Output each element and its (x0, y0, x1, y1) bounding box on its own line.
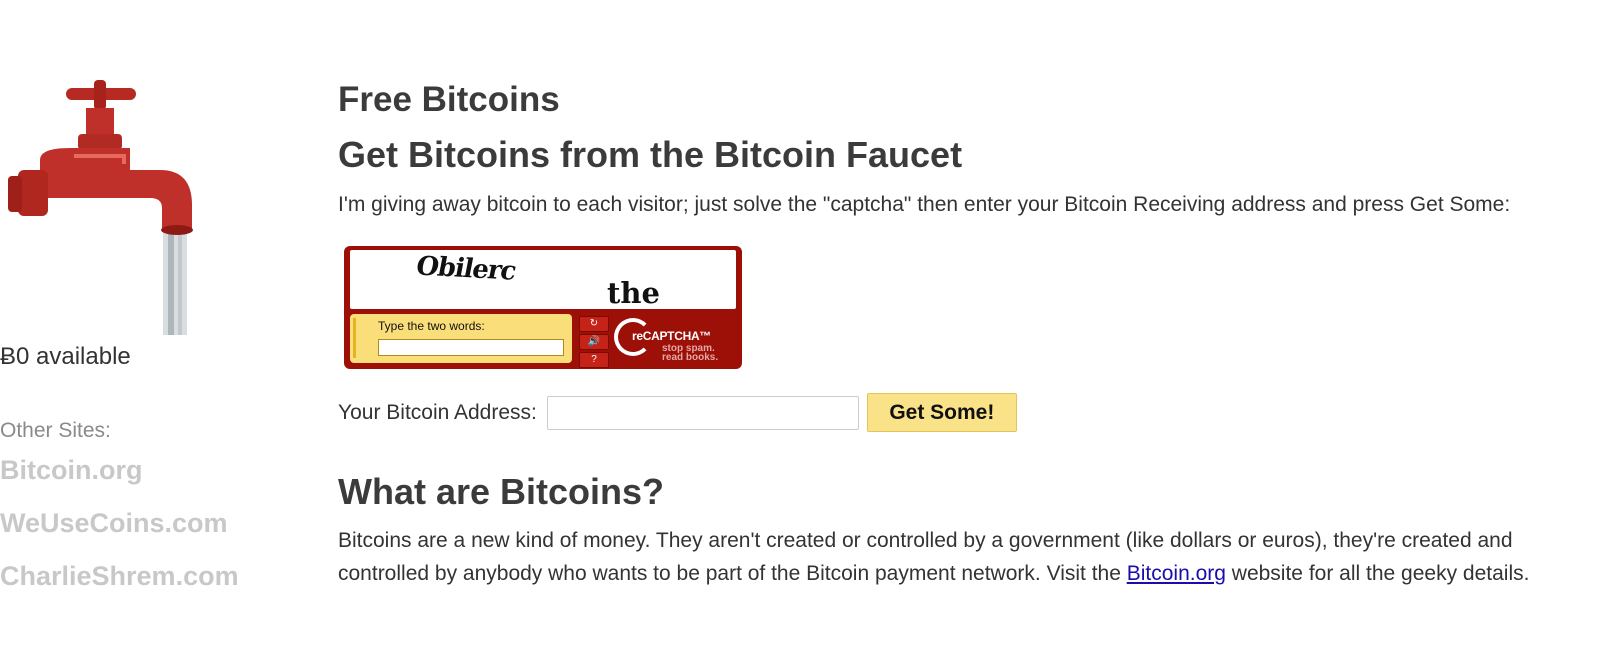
page-subtitle: Get Bitcoins from the Bitcoin Faucet (338, 134, 963, 175)
what-text-part-2: website for all the geeky details. (1225, 562, 1530, 585)
captcha-entry-label: Type the two words: (378, 319, 485, 333)
bitcoin-org-link[interactable]: Bitcoin.org (1127, 562, 1226, 585)
faucet-image (0, 30, 195, 335)
recaptcha-logo-text: reCAPTCHA™ (632, 329, 712, 343)
captcha-word-1: Obilerc (413, 251, 519, 287)
page-title: Free Bitcoins (338, 80, 560, 119)
captcha-response-input[interactable] (378, 339, 564, 356)
captcha-controls: ↻ 🔊 ? (579, 316, 609, 370)
site-link-weusecoins[interactable]: WeUseCoins.com (0, 508, 320, 538)
page: Ƀ0 available Other Sites: Bitcoin.org We… (0, 0, 1600, 656)
tagline-line-2: read books. (662, 352, 719, 363)
address-row: Your Bitcoin Address: Get Some! (338, 393, 1588, 432)
intro-text: I'm giving away bitcoin to each visitor;… (338, 193, 1511, 216)
entry-arrow-icon (353, 318, 366, 358)
sidebar: Ƀ0 available Other Sites: Bitcoin.org We… (0, 30, 320, 591)
captcha-entry-panel: Type the two words: (350, 314, 572, 363)
recaptcha-logo: reCAPTCHA™ stop spam. read books. (614, 316, 734, 363)
bitcoin-address-input[interactable] (546, 395, 859, 430)
address-label: Your Bitcoin Address: (338, 400, 537, 424)
captcha-word-2: the (607, 276, 660, 309)
what-are-bitcoins-heading: What are Bitcoins? (338, 471, 665, 512)
audio-icon[interactable]: 🔊 (579, 334, 609, 350)
site-link-bitcoin-org[interactable]: Bitcoin.org (0, 455, 320, 485)
balance-available: Ƀ0 available (0, 343, 131, 370)
main-content: Free Bitcoins Get Bitcoins from the Bitc… (338, 74, 1588, 590)
site-link-charlieshrem[interactable]: CharlieShrem.com (0, 561, 320, 591)
recaptcha-tagline: stop spam. read books. (662, 344, 719, 363)
other-sites-title: Other Sites: (0, 419, 111, 442)
refresh-icon[interactable]: ↻ (579, 316, 609, 332)
captcha-image: Obilerc the (350, 250, 736, 309)
get-some-button[interactable]: Get Some! (866, 393, 1017, 432)
help-icon[interactable]: ? (579, 352, 609, 368)
what-are-bitcoins-text: Bitcoins are a new kind of money. They a… (338, 524, 1588, 590)
recaptcha-widget: Obilerc the Type the two words: ↻ 🔊 ? re… (344, 246, 742, 369)
